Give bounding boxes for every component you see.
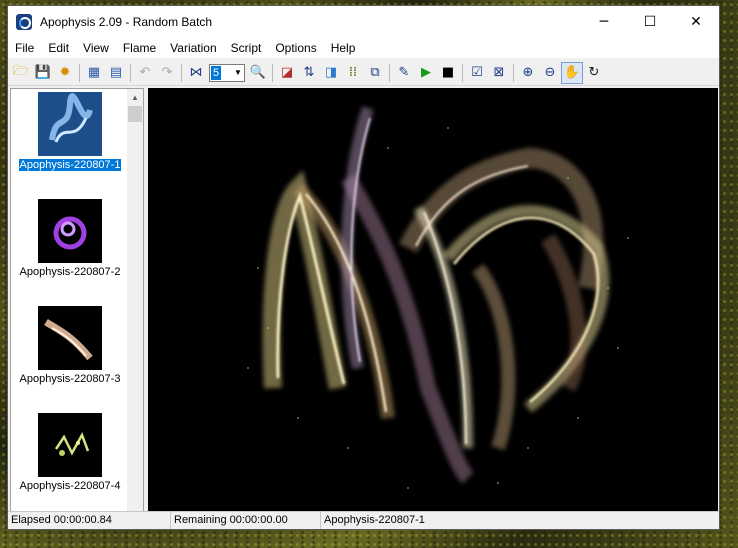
adjust-icon[interactable]: ⇅	[298, 62, 320, 84]
list-item[interactable]: Apophysis-220807-2	[11, 199, 129, 278]
render-gear-icon[interactable]: ✹	[54, 62, 76, 84]
zoom-preview-icon[interactable]: 🔍	[247, 62, 269, 84]
status-bar: Elapsed 00:00:00.84 Remaining 00:00:00.0…	[8, 511, 719, 529]
list-item[interactable]: Apophysis-220807-3	[11, 306, 129, 385]
toolbar: 🗁 💾 ✹ ▦ ▤ ↶ ↷ ⋈ 5 ▼ 🔍 ◪ ⇅ ◨ ⁞⁞ ⧉ ✎ ▶ ■ ☑…	[8, 60, 719, 86]
batch-list: Apophysis-220807-1 Apophysis-220807-2 Ap…	[10, 88, 144, 512]
quality-value: 5	[211, 65, 222, 80]
play-icon[interactable]: ▶	[415, 62, 437, 84]
menu-file[interactable]: File	[8, 41, 41, 55]
redo-icon[interactable]: ↷	[156, 62, 178, 84]
toolbar-separator	[272, 63, 273, 82]
grid-icon[interactable]: ⁞⁞	[342, 62, 364, 84]
scroll-thumb[interactable]	[128, 106, 142, 122]
apophysis-app-icon	[16, 14, 32, 30]
menu-edit[interactable]: Edit	[41, 41, 76, 55]
icon-view-icon[interactable]: ▤	[105, 62, 127, 84]
toolbar-separator	[513, 63, 514, 82]
rotate-icon[interactable]: ↻	[583, 62, 605, 84]
gradient-icon[interactable]: ◪	[276, 62, 298, 84]
background-icon[interactable]: ◨	[320, 62, 342, 84]
window-icon[interactable]: ⧉	[364, 62, 386, 84]
menu-bar: File Edit View Flame Variation Script Op…	[8, 38, 719, 58]
list-item-label: Apophysis-220807-3	[19, 373, 121, 385]
chevron-down-icon: ▼	[234, 68, 242, 77]
window-title: Apophysis 2.09 - Random Batch	[40, 15, 213, 29]
menu-variation[interactable]: Variation	[163, 41, 223, 55]
stop-icon[interactable]: ■	[437, 62, 459, 84]
list-view-icon[interactable]: ▦	[83, 62, 105, 84]
transform-icon[interactable]: ⊠	[488, 62, 510, 84]
toolbar-separator	[130, 63, 131, 82]
flame-preview[interactable]	[148, 88, 718, 512]
menu-options[interactable]: Options	[268, 41, 323, 55]
flame-thumbnail	[38, 92, 102, 156]
list-item-label: Apophysis-220807-1	[17, 158, 123, 172]
menu-view[interactable]: View	[76, 41, 116, 55]
flame-thumbnail	[38, 199, 102, 263]
apophysis-window: Apophysis 2.09 - Random Batch ─ ☐ ✕ File…	[7, 5, 720, 530]
flame-render	[148, 88, 718, 512]
toolbar-separator	[389, 63, 390, 82]
toolbar-separator	[79, 63, 80, 82]
menu-help[interactable]: Help	[324, 41, 363, 55]
undo-icon[interactable]: ↶	[134, 62, 156, 84]
status-flame-name: Apophysis-220807-1	[324, 514, 425, 526]
edit-script-icon[interactable]: ✎	[393, 62, 415, 84]
flame-thumbnail	[38, 306, 102, 370]
menu-script[interactable]: Script	[224, 41, 269, 55]
list-item[interactable]: Apophysis-220807-4	[11, 413, 129, 492]
scroll-up-icon[interactable]: ▲	[127, 89, 143, 105]
list-item-label: Apophysis-220807-4	[19, 480, 121, 492]
open-folder-icon[interactable]: 🗁	[10, 62, 32, 84]
save-icon[interactable]: 💾	[32, 62, 54, 84]
close-button[interactable]: ✕	[673, 6, 719, 38]
list-scrollbar[interactable]: ▲	[127, 89, 143, 511]
quality-select[interactable]: 5 ▼	[209, 63, 245, 82]
list-item-label: Apophysis-220807-2	[19, 266, 121, 278]
window-controls: ─ ☐ ✕	[581, 6, 719, 38]
toolbar-separator	[462, 63, 463, 82]
pan-hand-icon[interactable]: ✋	[561, 61, 583, 84]
menu-flame[interactable]: Flame	[116, 41, 163, 55]
zoom-out-icon[interactable]: ⊖	[539, 62, 561, 84]
list-item[interactable]: Apophysis-220807-1	[11, 92, 129, 172]
toolbar-separator	[181, 63, 182, 82]
mutate-icon[interactable]: ⋈	[185, 62, 207, 84]
status-elapsed: Elapsed 00:00:00.84	[8, 512, 171, 529]
flame-thumbnail	[38, 413, 102, 477]
title-bar[interactable]: Apophysis 2.09 - Random Batch ─ ☐ ✕	[8, 6, 719, 38]
zoom-in-icon[interactable]: ⊕	[517, 62, 539, 84]
status-remaining: Remaining 00:00:00.00	[171, 512, 321, 529]
checklist-icon[interactable]: ☑	[466, 62, 488, 84]
minimize-button[interactable]: ─	[581, 6, 627, 38]
maximize-button[interactable]: ☐	[627, 6, 673, 38]
